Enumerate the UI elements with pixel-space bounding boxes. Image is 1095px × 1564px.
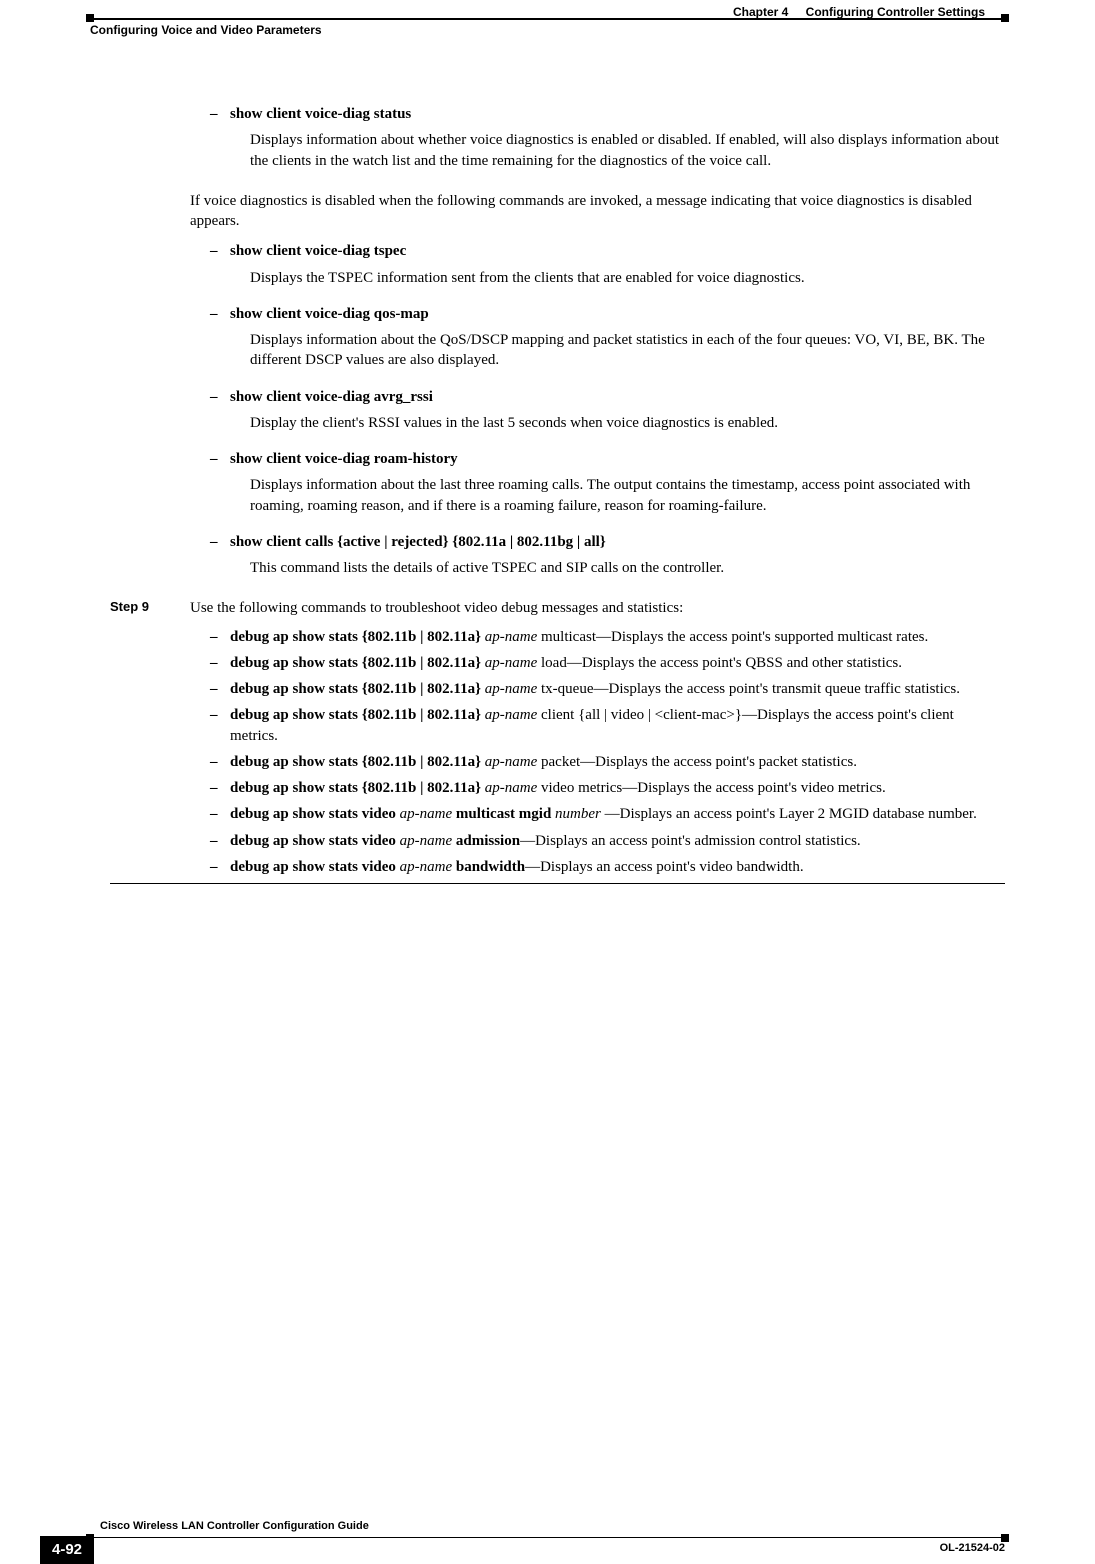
command-list-step9: – debug ap show stats {802.11b | 802.11a… [210,627,1005,878]
list-item: – show client voice-diag qos-map Display… [210,304,1005,381]
dash-icon: – [210,532,230,589]
dash-icon: – [210,857,230,877]
command-name: show client calls {active | rejected} {8… [230,532,1005,552]
footer-guide-title: Cisco Wireless LAN Controller Configurat… [100,1519,369,1534]
command-list-b: – show client voice-diag tspec Displays … [210,241,1005,588]
command-line: debug ap show stats {802.11b | 802.11a} … [230,778,1005,798]
dash-icon: – [210,752,230,772]
command-description: Displays the TSPEC information sent from… [250,268,1005,288]
dash-icon: – [210,449,230,526]
command-line: debug ap show stats {802.11b | 802.11a} … [230,752,1005,772]
page-content: – show client voice-diag status Displays… [110,104,1005,884]
dash-icon: – [210,304,230,381]
step-row: Step 9 Use the following commands to tro… [110,598,1005,618]
step-label: Step 9 [110,598,190,618]
dash-icon: – [210,104,230,181]
dash-icon: – [210,387,230,444]
list-item: – show client voice-diag tspec Displays … [210,241,1005,298]
list-item: – debug ap show stats video ap-name band… [210,857,1005,877]
command-line: debug ap show stats {802.11b | 802.11a} … [230,679,1005,699]
command-description: This command lists the details of active… [250,558,1005,578]
dash-icon: – [210,241,230,298]
command-line: debug ap show stats video ap-name multic… [230,804,1005,824]
command-name: show client voice-diag roam-history [230,449,1005,469]
list-item: – debug ap show stats video ap-name mult… [210,804,1005,824]
dash-icon: – [210,804,230,824]
command-name: show client voice-diag tspec [230,241,1005,261]
list-item: – show client calls {active | rejected} … [210,532,1005,589]
dash-icon: – [210,679,230,699]
footer-rule [90,1537,1005,1538]
command-name: show client voice-diag avrg_rssi [230,387,1005,407]
header-rule [90,18,1005,20]
step-intro: Use the following commands to troublesho… [190,598,1005,618]
list-item: – show client voice-diag avrg_rssi Displ… [210,387,1005,444]
chapter-label: Chapter 4 [733,5,788,19]
list-item: – debug ap show stats {802.11b | 802.11a… [210,705,1005,746]
command-name: show client voice-diag qos-map [230,304,1005,324]
list-item: – debug ap show stats {802.11b | 802.11a… [210,778,1005,798]
page-header: Chapter 4 Configuring Controller Setting… [90,10,1005,44]
command-line: debug ap show stats {802.11b | 802.11a} … [230,627,1005,647]
list-item: – show client voice-diag roam-history Di… [210,449,1005,526]
command-line: debug ap show stats {802.11b | 802.11a} … [230,705,1005,746]
list-item: – debug ap show stats {802.11b | 802.11a… [210,679,1005,699]
page-footer: Cisco Wireless LAN Controller Configurat… [0,1537,1095,1538]
command-line: debug ap show stats video ap-name bandwi… [230,857,1005,877]
list-item: – debug ap show stats {802.11b | 802.11a… [210,653,1005,673]
command-line: debug ap show stats video ap-name admiss… [230,831,1005,851]
chapter-title: Configuring Controller Settings [806,5,985,19]
list-item: – show client voice-diag status Displays… [210,104,1005,181]
list-item: – debug ap show stats {802.11b | 802.11a… [210,752,1005,772]
header-ornament-left [86,14,94,22]
command-name: show client voice-diag status [230,104,1005,124]
page-number: 4-92 [40,1536,94,1564]
command-description: Displays information about the last thre… [250,475,1005,516]
dash-icon: – [210,831,230,851]
dash-icon: – [210,778,230,798]
command-list-a: – show client voice-diag status Displays… [210,104,1005,181]
list-item: – debug ap show stats {802.11b | 802.11a… [210,627,1005,647]
section-end-rule [110,883,1005,884]
command-description: Displays information about whether voice… [250,130,1005,171]
command-line: debug ap show stats {802.11b | 802.11a} … [230,653,1005,673]
dash-icon: – [210,627,230,647]
dash-icon: – [210,705,230,746]
mid-paragraph: If voice diagnostics is disabled when th… [190,191,1005,232]
section-title: Configuring Voice and Video Parameters [90,22,322,38]
command-description: Displays information about the QoS/DSCP … [250,330,1005,371]
command-description: Display the client's RSSI values in the … [250,413,1005,433]
header-ornament-right [1001,14,1009,22]
list-item: – debug ap show stats video ap-name admi… [210,831,1005,851]
footer-doc-id: OL-21524-02 [940,1541,1005,1556]
dash-icon: – [210,653,230,673]
